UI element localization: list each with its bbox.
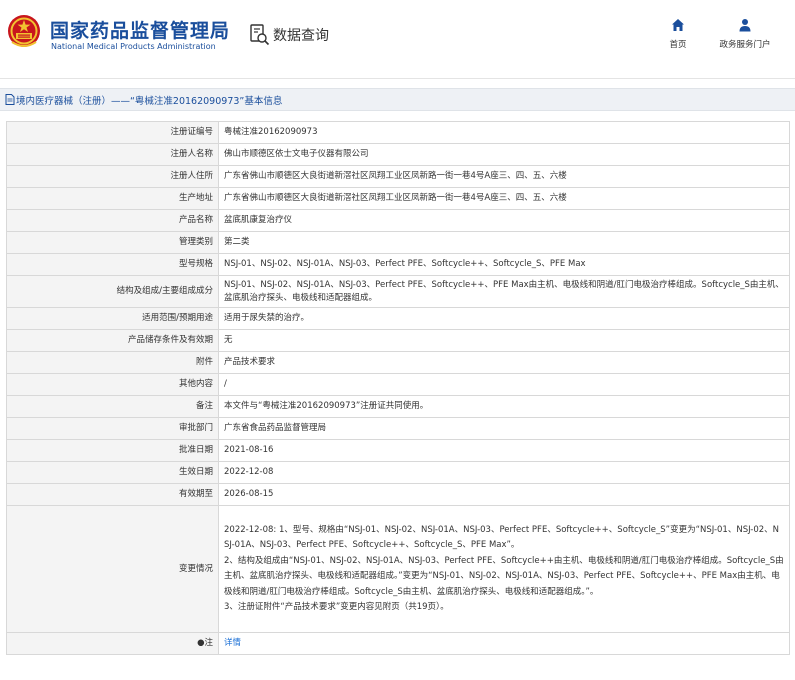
table-row: 产品储存条件及有效期无 — [6, 329, 790, 352]
field-value: 广东省食品药品监督管理局 — [218, 417, 790, 440]
field-value: NSJ-01、NSJ-02、NSJ-01A、NSJ-03、Perfect PFE… — [218, 275, 790, 308]
field-value: 2026-08-15 — [218, 483, 790, 506]
field-label: ●注 — [6, 632, 219, 655]
table-row: 结构及组成/主要组成成分 NSJ-01、NSJ-02、NSJ-01A、NSJ-03… — [6, 275, 790, 308]
field-label: 管理类别 — [6, 231, 219, 254]
data-query-label: 数据查询 — [273, 28, 329, 44]
table-row: 适用范围/预期用途 适用于尿失禁的治疗。 — [6, 307, 790, 330]
field-label: 注册证编号 — [6, 121, 219, 144]
nav-gov-portal-label: 政务服务门户 — [719, 40, 771, 50]
details-link[interactable]: 详情 — [224, 638, 241, 648]
field-value: 无 — [218, 329, 790, 352]
table-row: ●注 详情 — [6, 632, 790, 655]
field-value: NSJ-01、NSJ-02、NSJ-01A、NSJ-03、Perfect PFE… — [218, 253, 790, 276]
field-label: 注册人住所 — [6, 165, 219, 188]
data-search-icon — [250, 24, 270, 46]
table-row: 其他内容 / — [6, 373, 790, 396]
user-icon — [739, 19, 751, 32]
field-label: 型号规格 — [6, 253, 219, 276]
table-row: 批准日期 2021-08-16 — [6, 439, 790, 462]
field-label: 注册人名称 — [6, 143, 219, 166]
field-label: 适用范围/预期用途 — [6, 307, 219, 330]
nav-gov-portal[interactable]: 政务服务门户 — [712, 18, 778, 50]
field-value: 适用于尿失禁的治疗。 — [218, 307, 790, 330]
table-row: 管理类别 第二类 — [6, 231, 790, 254]
field-label: 生效日期 — [6, 461, 219, 484]
header-divider — [0, 78, 795, 79]
table-row: 型号规格 NSJ-01、NSJ-02、NSJ-01A、NSJ-03、Perfect… — [6, 253, 790, 276]
table-row: 注册人名称 佛山市顺德区依士文电子仪器有限公司 — [6, 143, 790, 166]
field-value: 广东省佛山市顺德区大良街道新滘社区凤翔工业区凤新路一街一巷4号A座三、四、五、六… — [218, 165, 790, 188]
field-label: 产品名称 — [6, 209, 219, 232]
field-label: 变更情况 — [6, 505, 219, 633]
document-icon — [5, 94, 15, 105]
site-subtitle: National Medical Products Administration — [51, 42, 216, 51]
table-row: 生效日期 2022-12-08 — [6, 461, 790, 484]
field-value: 详情 — [218, 632, 790, 655]
table-row: 注册人住所 广东省佛山市顺德区大良街道新滘社区凤翔工业区凤新路一街一巷4号A座三、… — [6, 165, 790, 188]
field-value: 2022-12-08: 1、型号、规格由“NSJ-01、NSJ-02、NSJ-0… — [218, 505, 790, 633]
nav-home-label: 首页 — [669, 40, 687, 50]
field-value: 产品技术要求 — [218, 351, 790, 374]
registration-info-table: 注册证编号 粤械注准20162090973 注册人名称 佛山市顺德区依士文电子仪器有限… — [6, 121, 790, 655]
field-value: 盆底肌康复治疗仪 — [218, 209, 790, 232]
field-value: 2021-08-16 — [218, 439, 790, 462]
table-row: 备注 本文件与“粤械注准20162090973”注册证共同使用。 — [6, 395, 790, 418]
field-label: 附件 — [6, 351, 219, 374]
table-row: 注册证编号 粤械注准20162090973 — [6, 121, 790, 144]
field-label: 批准日期 — [6, 439, 219, 462]
field-label: 结构及组成/主要组成成分 — [6, 275, 219, 308]
field-value: / — [218, 373, 790, 396]
data-query-link[interactable]: 数据查询 — [250, 24, 329, 46]
breadcrumb: 境内医疗器械（注册）——“粤械注准20162090973”基本信息 — [0, 88, 795, 111]
nav-home[interactable]: 首页 — [662, 18, 694, 50]
field-value: 本文件与“粤械注准20162090973”注册证共同使用。 — [218, 395, 790, 418]
table-row: 产品名称 盆底肌康复治疗仪 — [6, 209, 790, 232]
site-header: 国家药品监督管理局 National Medical Products Admi… — [0, 0, 795, 78]
table-row: 有效期至 2026-08-15 — [6, 483, 790, 506]
field-value: 第二类 — [218, 231, 790, 254]
field-value: 2022-12-08 — [218, 461, 790, 484]
table-row: 审批部门 广东省食品药品监督管理局 — [6, 417, 790, 440]
field-label: 备注 — [6, 395, 219, 418]
table-row: 生产地址 广东省佛山市顺德区大良街道新滘社区凤翔工业区凤新路一街一巷4号A座三、四… — [6, 187, 790, 210]
field-value: 粤械注准20162090973 — [218, 121, 790, 144]
field-label: 有效期至 — [6, 483, 219, 506]
field-label: 生产地址 — [6, 187, 219, 210]
site-title[interactable]: 国家药品监督管理局 — [50, 16, 230, 43]
field-label: 产品储存条件及有效期 — [6, 329, 219, 352]
national-emblem-logo[interactable] — [6, 12, 42, 52]
home-icon — [672, 19, 684, 31]
table-row: 变更情况 2022-12-08: 1、型号、规格由“NSJ-01、NSJ-02、N… — [6, 505, 790, 633]
field-label: 审批部门 — [6, 417, 219, 440]
field-value: 广东省佛山市顺德区大良街道新滘社区凤翔工业区凤新路一街一巷4号A座三、四、五、六… — [218, 187, 790, 210]
breadcrumb-text[interactable]: 境内医疗器械（注册）——“粤械注准20162090973”基本信息 — [16, 93, 282, 107]
field-value: 佛山市顺德区依士文电子仪器有限公司 — [218, 143, 790, 166]
field-label: 其他内容 — [6, 373, 219, 396]
table-row: 附件 产品技术要求 — [6, 351, 790, 374]
